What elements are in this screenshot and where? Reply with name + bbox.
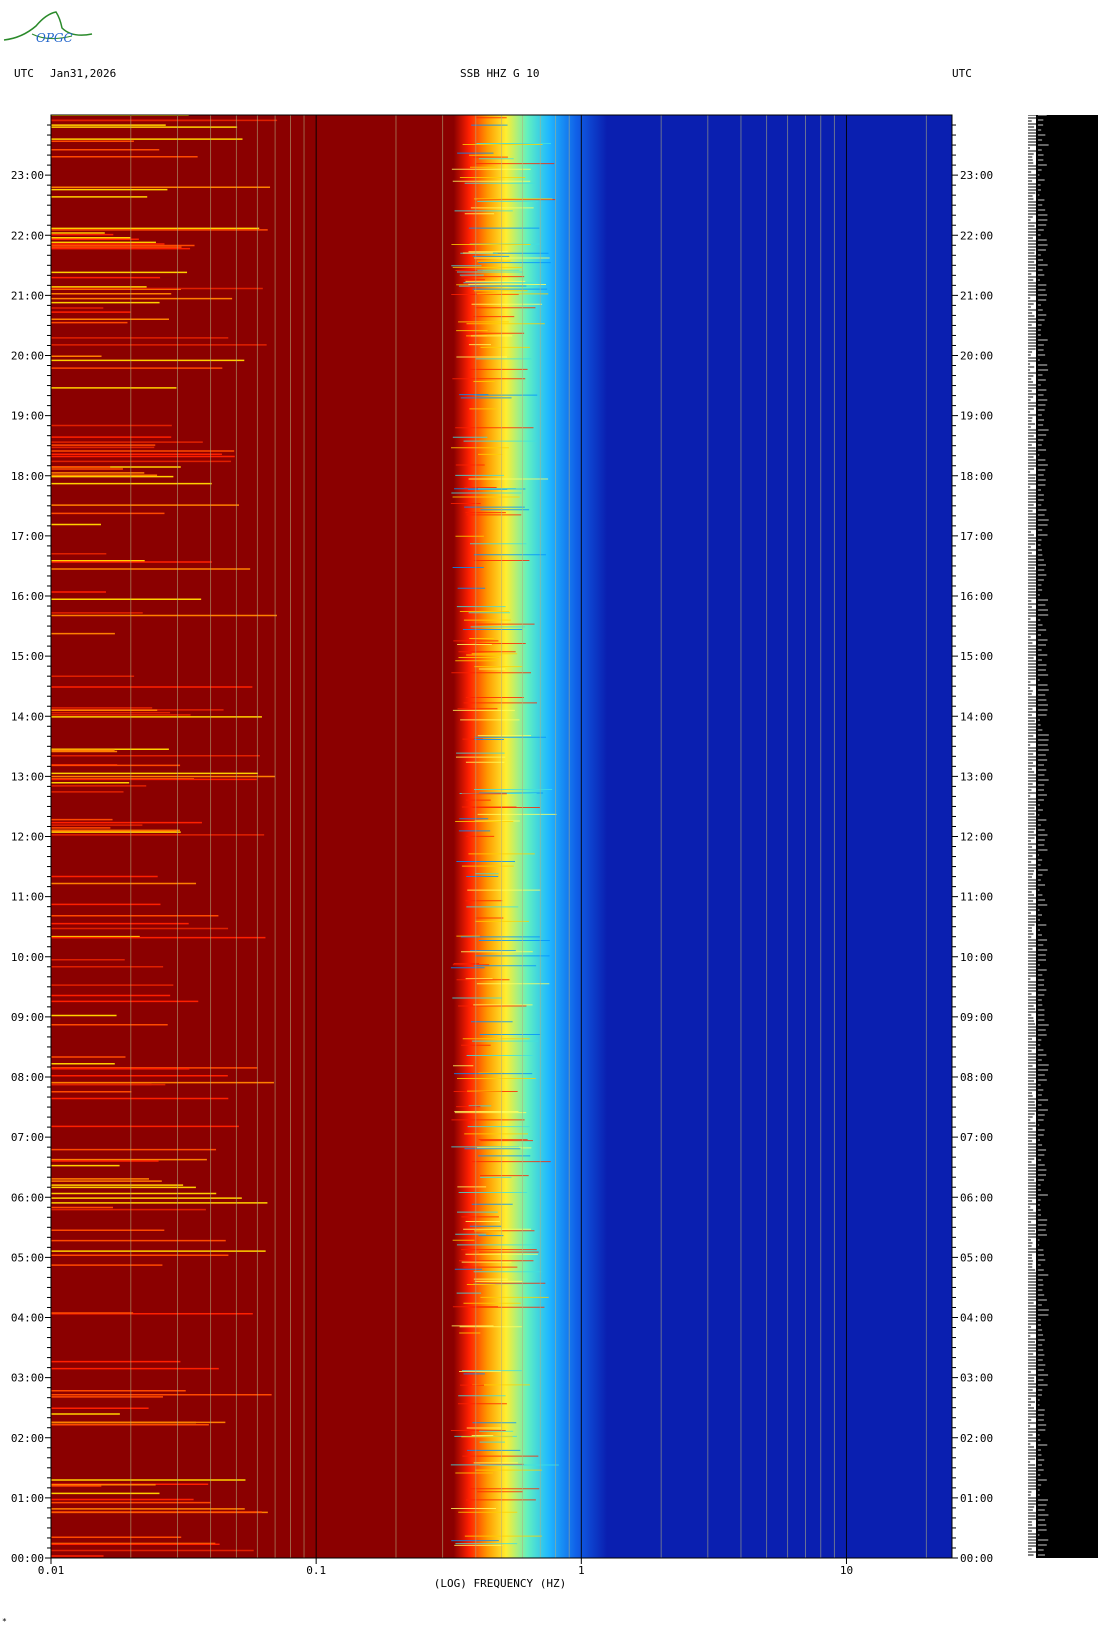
y-tick-label-right: 16:00 bbox=[960, 590, 993, 603]
y-tick-label-left: 15:00 bbox=[11, 650, 44, 663]
y-tick-label-right: 14:00 bbox=[960, 710, 993, 723]
y-tick-label-left: 12:00 bbox=[11, 831, 44, 844]
y-tick-label-right: 08:00 bbox=[960, 1071, 993, 1084]
y-tick-label-left: 02:00 bbox=[11, 1432, 44, 1445]
y-tick-label-left: 19:00 bbox=[11, 410, 44, 423]
y-tick-label-right: 12:00 bbox=[960, 831, 993, 844]
y-tick-label-right: 06:00 bbox=[960, 1191, 993, 1204]
y-tick-label-right: 15:00 bbox=[960, 650, 993, 663]
y-tick-label-left: 16:00 bbox=[11, 590, 44, 603]
y-tick-label-right: 18:00 bbox=[960, 470, 993, 483]
y-tick-label-left: 20:00 bbox=[11, 350, 44, 363]
y-tick-label-left: 23:00 bbox=[11, 169, 44, 182]
y-tick-label-left: 06:00 bbox=[11, 1191, 44, 1204]
y-tick-label-left: 08:00 bbox=[11, 1071, 44, 1084]
y-tick-label-left: 14:00 bbox=[11, 710, 44, 723]
y-tick-label-right: 02:00 bbox=[960, 1432, 993, 1445]
x-axis-label: (LOG) FREQUENCY (HZ) bbox=[434, 1577, 566, 1590]
x-tick-label: 10 bbox=[840, 1564, 853, 1577]
y-tick-label-right: 20:00 bbox=[960, 350, 993, 363]
y-tick-label-right: 00:00 bbox=[960, 1552, 993, 1565]
low-frequency-field bbox=[51, 115, 476, 1558]
y-tick-label-right: 01:00 bbox=[960, 1492, 993, 1505]
y-tick-label-right: 17:00 bbox=[960, 530, 993, 543]
y-tick-label-left: 05:00 bbox=[11, 1251, 44, 1264]
y-tick-label-left: 04:00 bbox=[11, 1312, 44, 1325]
y-tick-label-right: 21:00 bbox=[960, 289, 993, 302]
y-tick-label-right: 07:00 bbox=[960, 1131, 993, 1144]
y-tick-label-right: 22:00 bbox=[960, 229, 993, 242]
y-tick-label-left: 10:00 bbox=[11, 951, 44, 964]
y-tick-label-left: 21:00 bbox=[11, 289, 44, 302]
y-tick-label-right: 05:00 bbox=[960, 1251, 993, 1264]
seismogram-trace bbox=[1028, 115, 1098, 1558]
y-tick-label-left: 11:00 bbox=[11, 891, 44, 904]
y-tick-label-left: 07:00 bbox=[11, 1131, 44, 1144]
y-tick-label-left: 01:00 bbox=[11, 1492, 44, 1505]
y-tick-label-right: 09:00 bbox=[960, 1011, 993, 1024]
y-tick-label-left: 17:00 bbox=[11, 530, 44, 543]
y-tick-label-right: 03:00 bbox=[960, 1372, 993, 1385]
seismogram-body bbox=[1036, 115, 1098, 1558]
x-tick-label: 0.01 bbox=[38, 1564, 65, 1577]
y-tick-label-right: 19:00 bbox=[960, 410, 993, 423]
y-tick-label-right: 10:00 bbox=[960, 951, 993, 964]
footer-mark: * bbox=[2, 1617, 7, 1626]
y-tick-label-left: 09:00 bbox=[11, 1011, 44, 1024]
y-tick-label-left: 13:00 bbox=[11, 770, 44, 783]
y-tick-label-left: 22:00 bbox=[11, 229, 44, 242]
y-tick-label-left: 03:00 bbox=[11, 1372, 44, 1385]
y-tick-label-right: 04:00 bbox=[960, 1312, 993, 1325]
y-tick-label-left: 18:00 bbox=[11, 470, 44, 483]
y-tick-label-right: 23:00 bbox=[960, 169, 993, 182]
y-tick-label-right: 13:00 bbox=[960, 770, 993, 783]
x-tick-label: 1 bbox=[578, 1564, 585, 1577]
y-tick-label-right: 11:00 bbox=[960, 891, 993, 904]
spectrogram-chart: 00:00 00:0001:00 01:0002:00 02:0003:00 03:00… bbox=[11, 114, 993, 1590]
x-tick-label: 0.1 bbox=[306, 1564, 326, 1577]
